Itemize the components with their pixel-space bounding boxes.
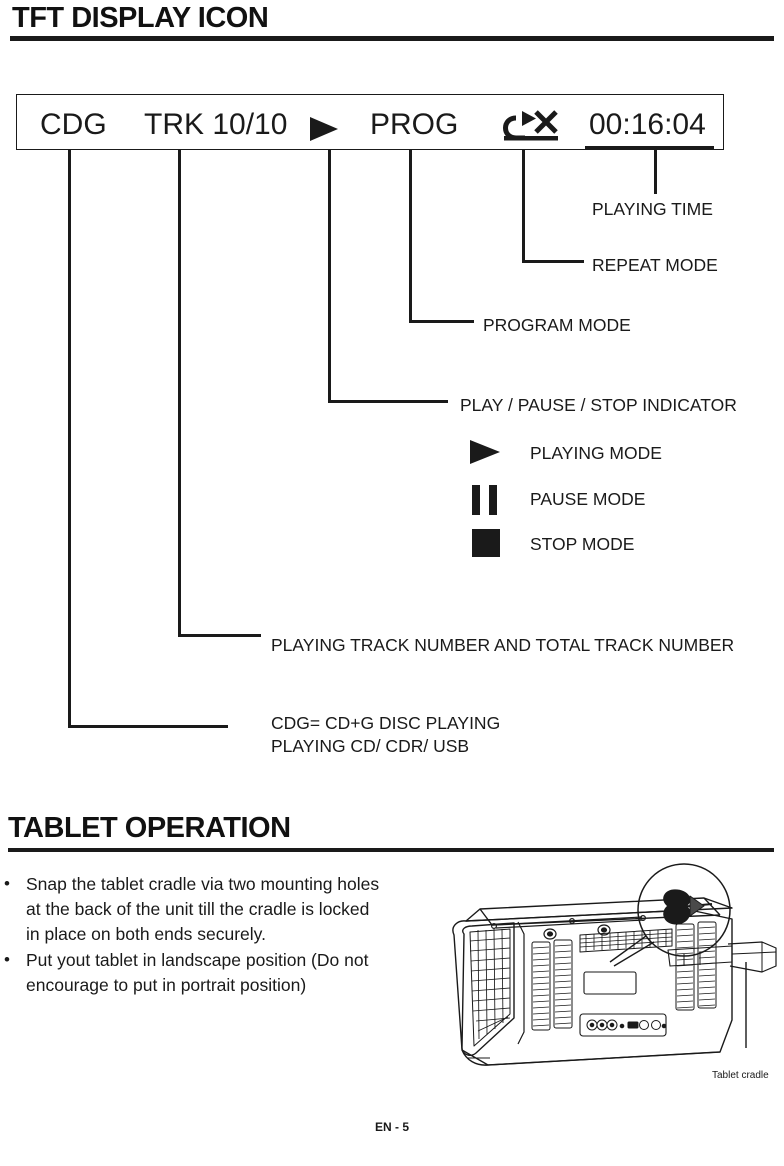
tft-title-divider xyxy=(10,36,774,41)
annotation-playing-time: PLAYING TIME xyxy=(592,199,713,219)
illustration-cradle-label: Tablet cradle xyxy=(712,1070,769,1081)
leader-track-vertical xyxy=(178,150,181,637)
annotation-repeat-mode: REPEAT MODE xyxy=(592,255,718,275)
annotation-cdg-line-2: PLAYING CD/ CDR/ USB xyxy=(271,736,470,756)
stop-square-icon xyxy=(472,529,500,557)
annotation-track-number: PLAYING TRACK NUMBER AND TOTAL TRACK NUM… xyxy=(271,635,735,655)
legend-label-stop-mode: STOP MODE xyxy=(530,534,635,554)
display-time-label: 00:16:04 xyxy=(589,108,706,141)
display-source-label: CDG xyxy=(40,108,107,141)
leader-program-vertical xyxy=(409,150,412,323)
page-title-tft-display-icon: TFT DISPLAY ICON xyxy=(12,2,269,34)
leader-indicator-vertical xyxy=(328,150,331,403)
leader-cdg-vertical xyxy=(68,150,71,728)
display-track-label: TRK 10/10 xyxy=(144,108,288,141)
leader-playing-time-vertical xyxy=(654,150,657,194)
page-title-tablet-operation: TABLET OPERATION xyxy=(8,812,291,844)
display-time-underline xyxy=(585,146,714,150)
list-item: • Put yout tablet in landscape position … xyxy=(4,948,424,998)
pause-bars-icon xyxy=(472,485,480,515)
legend-label-playing-mode: PLAYING MODE xyxy=(530,443,662,463)
pause-bars-icon-second-bar xyxy=(489,485,497,515)
leader-track-horizontal xyxy=(178,634,261,637)
annotation-cdg-line-1: CDG= CD+G DISC PLAYING xyxy=(271,713,501,733)
annotation-play-pause-stop-indicator: PLAY / PAUSE / STOP INDICATOR xyxy=(460,395,737,415)
boombox-rear-illustration xyxy=(432,862,784,1082)
leader-cdg-horizontal xyxy=(68,725,228,728)
repeat-off-icon xyxy=(494,108,562,155)
annotation-program-mode: PROGRAM MODE xyxy=(483,315,631,335)
play-triangle-icon xyxy=(470,440,500,464)
leader-repeat-vertical xyxy=(522,150,525,263)
tablet-title-divider xyxy=(8,848,774,852)
list-item-text: Snap the tablet cradle via two mounting … xyxy=(26,874,380,944)
list-item-text: Put yout tablet in landscape position (D… xyxy=(26,950,369,995)
display-program-label: PROG xyxy=(370,108,459,141)
leader-repeat-horizontal xyxy=(522,260,584,263)
legend-label-pause-mode: PAUSE MODE xyxy=(530,489,646,509)
page-footer: EN - 5 xyxy=(374,1120,409,1134)
leader-program-horizontal xyxy=(409,320,474,323)
leader-indicator-horizontal xyxy=(328,400,448,403)
list-item: • Snap the tablet cradle via two mountin… xyxy=(4,872,424,947)
bullet-icon: • xyxy=(4,950,10,969)
play-triangle-icon xyxy=(310,117,338,141)
bullet-icon: • xyxy=(4,874,10,893)
